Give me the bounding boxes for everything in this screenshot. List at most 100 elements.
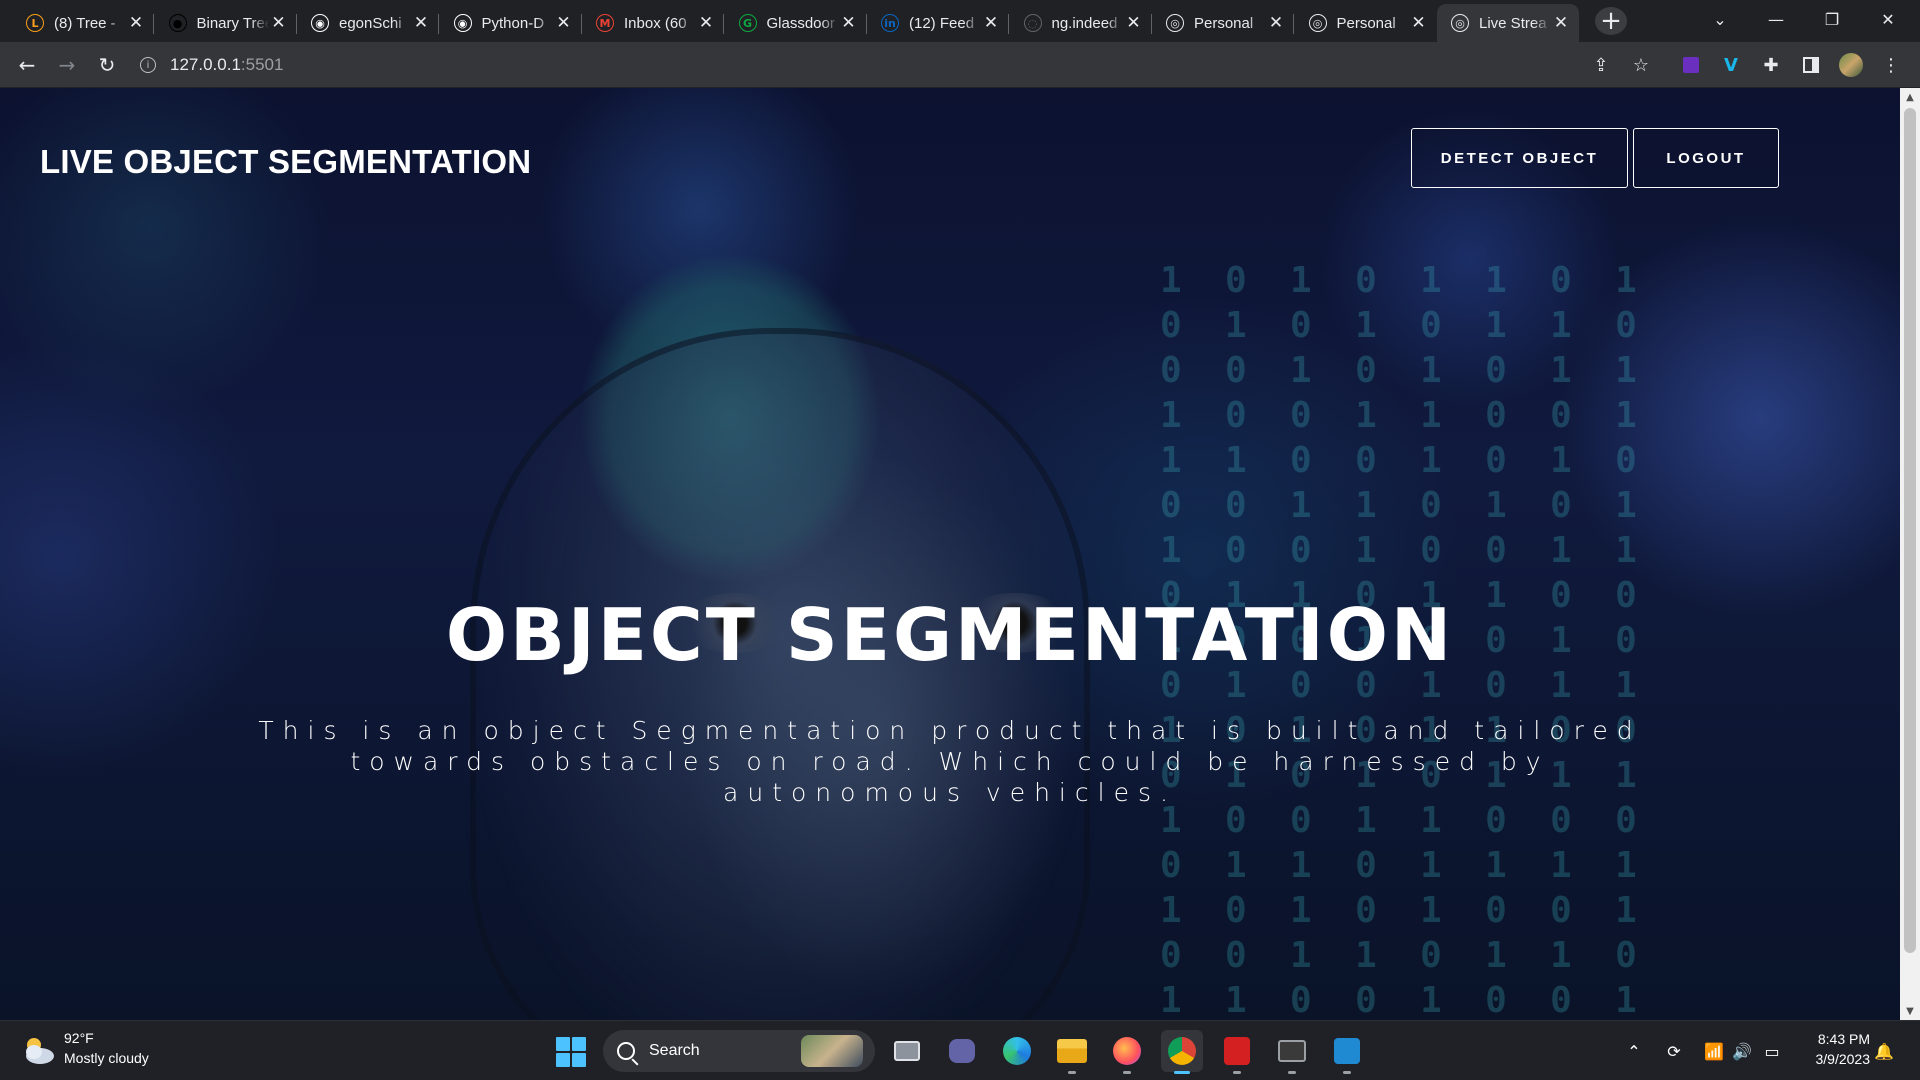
edge-browser-icon[interactable] <box>996 1030 1038 1072</box>
tab-label: ng.indeed <box>1051 14 1118 32</box>
search-icon <box>617 1042 635 1060</box>
browser-tab[interactable]: ◎ Personal ✕ <box>1152 4 1294 42</box>
url-text[interactable]: 127.0.0.1:5501 <box>170 55 283 75</box>
hero-description: This is an object Segmentation product t… <box>258 716 1642 807</box>
teams-chat-icon[interactable] <box>941 1030 983 1072</box>
browser-tab[interactable]: G Glassdoor ✕ <box>725 4 867 42</box>
clock-date[interactable]: 3/9/2023 <box>1780 1051 1871 1067</box>
github-icon: ◉ <box>453 14 472 32</box>
minimize-button[interactable]: — <box>1748 0 1804 38</box>
medium-icon: ● <box>168 14 187 32</box>
detect-object-button[interactable]: DETECT OBJECT <box>1411 128 1628 188</box>
globe-icon: ◎ <box>1166 14 1184 32</box>
scroll-down-icon[interactable]: ▼ <box>1900 1002 1920 1020</box>
browser-tab[interactable]: M Inbox (60 ✕ <box>582 4 724 42</box>
new-tab-button[interactable]: + <box>1595 6 1627 36</box>
tab-label: (12) Feed <box>909 14 975 32</box>
tab-close-icon[interactable]: ✕ <box>126 13 146 33</box>
terminal-icon[interactable] <box>1271 1030 1313 1074</box>
tab-close-icon[interactable]: ✕ <box>981 13 1001 33</box>
restore-button[interactable]: ❐ <box>1804 0 1860 38</box>
page-scrollbar[interactable]: ▲ ▼ <box>1900 88 1920 1020</box>
tab-close-icon[interactable]: ✕ <box>411 13 431 33</box>
tab-label: Inbox (60 <box>624 14 687 32</box>
scroll-up-icon[interactable]: ▲ <box>1900 88 1920 106</box>
tab-label: Live Strea <box>1479 14 1547 32</box>
loading-icon: ◌ <box>1023 14 1042 32</box>
share-icon[interactable]: ⇪ <box>1588 52 1614 78</box>
glassdoor-icon: G <box>738 14 757 32</box>
browser-tab[interactable]: in (12) Feed ✕ <box>867 4 1009 42</box>
url-port: :5501 <box>240 55 284 74</box>
chrome-icon[interactable] <box>1161 1030 1203 1074</box>
profile-avatar[interactable] <box>1838 52 1864 78</box>
tab-close-icon[interactable]: ✕ <box>1266 13 1286 33</box>
weather-description[interactable]: Mostly cloudy <box>64 1050 149 1066</box>
file-explorer-icon[interactable] <box>1051 1030 1093 1074</box>
menu-kebab-icon[interactable]: ⋮ <box>1878 52 1904 78</box>
tab-close-icon[interactable]: ✕ <box>1124 13 1144 33</box>
scrollbar-thumb[interactable] <box>1904 108 1916 953</box>
tab-close-icon[interactable]: ✕ <box>554 13 574 33</box>
taskbar-search-box[interactable]: Search <box>603 1030 875 1072</box>
extension-grid-icon[interactable] <box>1678 52 1704 78</box>
clock-time[interactable]: 8:43 PM <box>1780 1031 1870 1047</box>
forward-icon[interactable]: → <box>52 50 82 80</box>
close-window-button[interactable]: ✕ <box>1860 0 1916 38</box>
tab-label: (8) Tree - <box>54 14 116 32</box>
tab-label: Personal <box>1194 14 1254 32</box>
url-host: 127.0.0.1 <box>170 55 241 74</box>
tab-label: egonSchi <box>339 14 402 32</box>
logout-button[interactable]: LOGOUT <box>1633 128 1779 188</box>
wifi-icon[interactable]: 📶 <box>1702 1039 1726 1063</box>
browser-tab[interactable]: ● Binary Tree ✕ <box>155 4 297 42</box>
tab-close-icon[interactable]: ✕ <box>1551 13 1571 33</box>
browser-tab[interactable]: ◌ ng.indeed ✕ <box>1010 4 1152 42</box>
show-hidden-icons-chevron-icon[interactable]: ⌃ <box>1622 1039 1646 1063</box>
browser-tab[interactable]: ◉ Python-D ✕ <box>440 4 582 42</box>
tab-label: Python-D <box>481 14 545 32</box>
browser-tab-bar: L (8) Tree - ✕ ● Binary Tree ✕ ◉ egonSchi ✕ ◉ Pyt… <box>0 0 1920 42</box>
site-info-icon[interactable]: i <box>140 57 156 73</box>
gmail-icon: M <box>596 14 614 32</box>
tab-label: Binary Tree <box>196 14 269 32</box>
leetcode-icon: L <box>26 14 44 32</box>
windows-start-icon[interactable] <box>556 1037 586 1067</box>
firefox-icon[interactable] <box>1106 1030 1148 1074</box>
side-panel-icon[interactable] <box>1798 52 1824 78</box>
globe-icon: ◎ <box>1308 14 1327 32</box>
weather-temperature[interactable]: 92°F <box>64 1030 94 1046</box>
tab-close-icon[interactable]: ✕ <box>1409 13 1429 33</box>
browser-toolbar: ← → ↻ i 127.0.0.1:5501 ⇪ ☆ V ✚ ⋮ <box>0 42 1920 88</box>
github-icon: ◉ <box>311 14 329 32</box>
reload-icon[interactable]: ↻ <box>92 50 122 80</box>
tab-close-icon[interactable]: ✕ <box>696 13 716 33</box>
task-view-icon[interactable] <box>886 1030 928 1072</box>
globe-icon: ◎ <box>1451 14 1469 32</box>
site-brand[interactable]: LIVE OBJECT SEGMENTATION <box>40 143 531 181</box>
tab-close-icon[interactable]: ✕ <box>269 13 289 33</box>
acrobat-icon[interactable] <box>1216 1030 1258 1074</box>
back-icon[interactable]: ← <box>12 50 42 80</box>
search-label: Search <box>649 1042 700 1059</box>
browser-tab[interactable]: L (8) Tree - ✕ <box>12 4 154 42</box>
tab-label: Personal <box>1336 14 1396 32</box>
notifications-icon[interactable]: 🔔 <box>1872 1039 1896 1063</box>
tab-search-icon[interactable]: ⌄ <box>1692 0 1748 38</box>
extensions-puzzle-icon[interactable]: ✚ <box>1758 52 1784 78</box>
browser-tab[interactable]: ◎ Personal ✕ <box>1295 4 1437 42</box>
browser-tab[interactable]: ◉ egonSchi ✕ <box>297 4 439 42</box>
sync-icon[interactable]: ⟳ <box>1662 1039 1686 1063</box>
address-bar[interactable]: i 127.0.0.1:5501 <box>140 49 1560 81</box>
tab-label: Glassdoor <box>766 14 835 32</box>
vimeo-extension-icon[interactable]: V <box>1718 52 1744 78</box>
volume-icon[interactable]: 🔊 <box>1730 1039 1754 1063</box>
weather-cloud-icon[interactable] <box>20 1034 56 1066</box>
windows-taskbar: 92°F Mostly cloudy Search ⌃ ⟳ 📶 🔊 ▭ 8:43… <box>0 1020 1920 1080</box>
vscode-icon[interactable] <box>1326 1030 1368 1074</box>
bookmark-star-icon[interactable]: ☆ <box>1628 52 1654 78</box>
tab-close-icon[interactable]: ✕ <box>839 13 859 33</box>
search-highlight-image <box>801 1035 863 1067</box>
browser-tab[interactable]: ◎ Live Strea ✕ <box>1437 4 1579 42</box>
hero-title: OBJECT SEGMENTATION <box>445 593 1455 677</box>
